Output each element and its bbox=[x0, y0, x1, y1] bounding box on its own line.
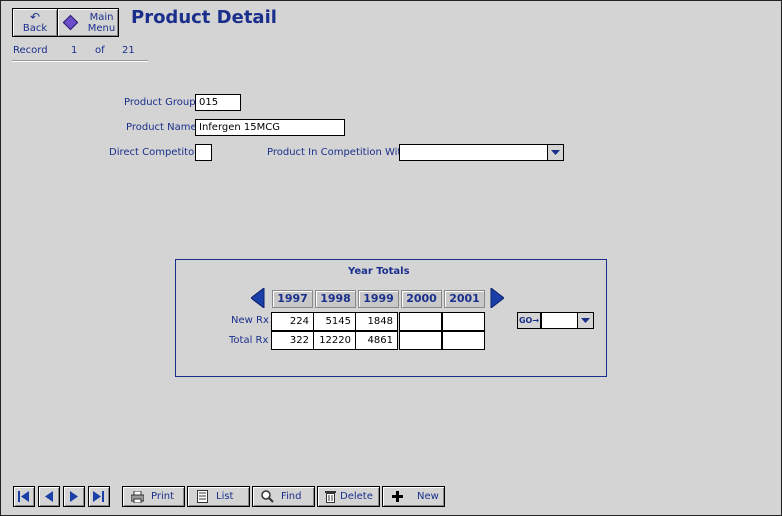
page-title: Product Detail bbox=[131, 7, 277, 28]
back-button[interactable]: ↶ Back bbox=[12, 8, 58, 37]
plus-icon bbox=[389, 491, 405, 502]
direct-competitor-label: Direct Competitor bbox=[109, 147, 199, 158]
last-record-button[interactable] bbox=[88, 486, 110, 507]
product-name-field[interactable]: Infergen 15MCG bbox=[195, 119, 345, 136]
trash-icon bbox=[322, 490, 338, 503]
product-group-label: Product Group bbox=[124, 97, 196, 108]
previous-record-button[interactable] bbox=[38, 486, 60, 507]
window-frame bbox=[0, 0, 782, 516]
back-arrow-icon: ↶ bbox=[29, 9, 41, 24]
delete-label: Delete bbox=[340, 491, 373, 502]
next-record-icon bbox=[70, 491, 78, 502]
total-rx-cell[interactable]: 12220 bbox=[313, 331, 356, 350]
main-menu-label-2: Menu bbox=[87, 22, 116, 34]
diamond-icon bbox=[62, 14, 79, 31]
direct-competitor-checkbox[interactable] bbox=[195, 144, 212, 161]
total-rx-label: Total Rx bbox=[229, 335, 269, 346]
product-group-field[interactable]: 015 bbox=[195, 94, 241, 111]
new-label: New bbox=[417, 491, 439, 502]
next-year-arrow-icon[interactable] bbox=[490, 286, 505, 311]
main-menu-label-1: Main bbox=[89, 11, 114, 23]
find-label: Find bbox=[281, 491, 302, 502]
new-rx-cell[interactable]: 224 bbox=[271, 312, 314, 331]
year-jump-select[interactable] bbox=[541, 312, 594, 329]
record-current: 1 bbox=[71, 45, 78, 56]
year-header-2001: 2001 bbox=[444, 290, 485, 308]
list-icon bbox=[194, 490, 210, 503]
print-label: Print bbox=[151, 491, 175, 502]
first-record-icon bbox=[18, 491, 29, 502]
new-rx-label: New Rx bbox=[231, 315, 269, 326]
print-button[interactable]: Print bbox=[122, 486, 185, 507]
go-label: GO bbox=[518, 316, 533, 325]
year-totals-title: Year Totals bbox=[348, 266, 410, 277]
competition-label: Product In Competition With bbox=[267, 147, 408, 158]
go-button[interactable]: GO → bbox=[517, 312, 541, 329]
year-header-1997: 1997 bbox=[272, 290, 313, 308]
year-header-2000: 2000 bbox=[401, 290, 442, 308]
competition-select-value bbox=[400, 147, 403, 158]
delete-button[interactable]: Delete bbox=[317, 486, 380, 507]
new-rx-cell[interactable] bbox=[442, 312, 485, 331]
list-button[interactable]: List bbox=[187, 486, 250, 507]
total-rx-cell[interactable] bbox=[399, 331, 442, 350]
record-label: Record bbox=[13, 45, 48, 56]
first-record-button[interactable] bbox=[13, 486, 35, 507]
main-menu-button[interactable]: Main Menu bbox=[57, 8, 119, 37]
list-label: List bbox=[216, 491, 234, 502]
new-button[interactable]: New bbox=[382, 486, 445, 507]
year-header-1999: 1999 bbox=[358, 290, 399, 308]
printer-icon bbox=[129, 490, 145, 503]
total-rx-cell[interactable] bbox=[442, 331, 485, 350]
next-record-button[interactable] bbox=[63, 486, 85, 507]
competition-select[interactable] bbox=[399, 144, 564, 161]
find-button[interactable]: Find bbox=[252, 486, 315, 507]
new-rx-cell[interactable]: 1848 bbox=[355, 312, 398, 331]
total-rx-cell[interactable]: 322 bbox=[271, 331, 314, 350]
magnifier-icon bbox=[259, 490, 275, 503]
new-rx-cell[interactable]: 5145 bbox=[313, 312, 356, 331]
previous-record-icon bbox=[45, 491, 53, 502]
chevron-down-icon[interactable] bbox=[577, 313, 593, 328]
last-record-icon bbox=[93, 491, 104, 502]
new-rx-cell[interactable] bbox=[399, 312, 442, 331]
product-name-label: Product Name bbox=[126, 122, 197, 133]
record-of-label: of bbox=[95, 45, 105, 56]
arrow-right-icon: → bbox=[532, 316, 540, 325]
record-divider bbox=[12, 60, 148, 62]
year-header-1998: 1998 bbox=[315, 290, 356, 308]
previous-year-arrow-icon[interactable] bbox=[250, 286, 265, 311]
total-rx-cell[interactable]: 4861 bbox=[355, 331, 398, 350]
record-total: 21 bbox=[122, 45, 135, 56]
chevron-down-icon[interactable] bbox=[547, 145, 563, 160]
back-label: Back bbox=[22, 22, 48, 34]
